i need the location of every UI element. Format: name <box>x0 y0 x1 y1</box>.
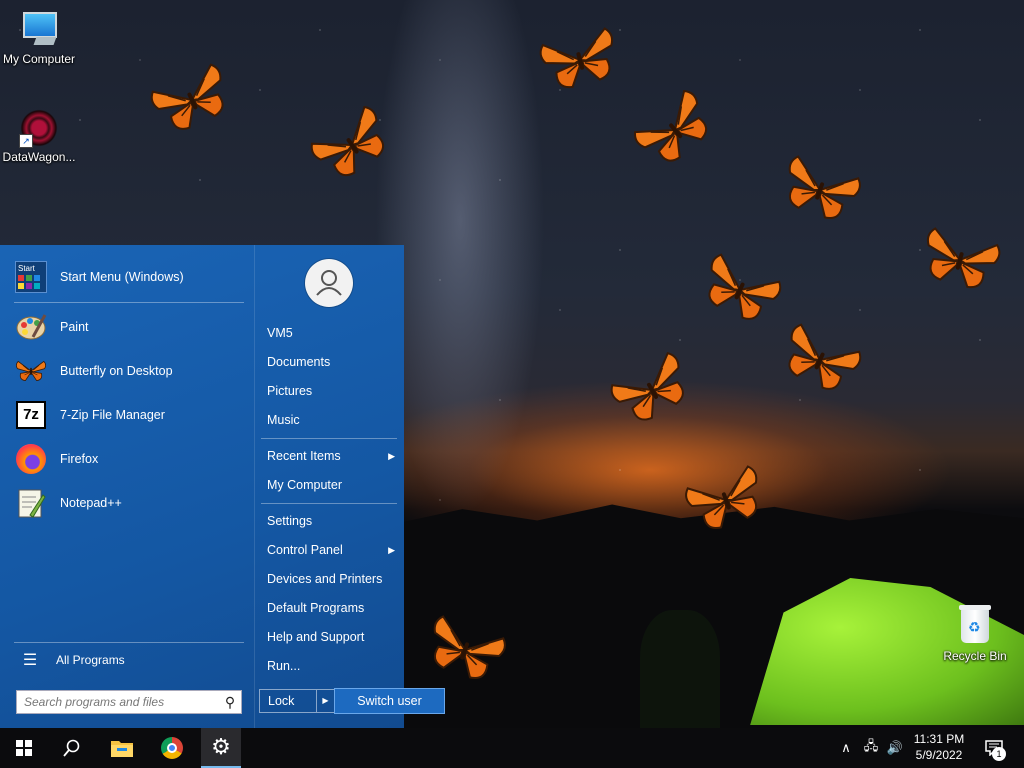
documents-link[interactable]: Documents <box>267 351 397 373</box>
desktop-icon-label: DataWagon... <box>2 150 76 164</box>
all-programs-button[interactable]: ☰ All Programs <box>14 647 244 673</box>
start-menu-app-label: Start Menu (Windows) <box>60 270 184 284</box>
start-menu-app-label: Paint <box>60 320 89 334</box>
search-icon[interactable]: ⚲ <box>219 694 241 711</box>
volume-tray-button[interactable]: 🔊 <box>884 728 906 768</box>
network-tray-button[interactable]: 🖧 <box>860 728 882 768</box>
start-menu-app-butterfly[interactable]: Butterfly on Desktop <box>14 351 244 391</box>
file-explorer-icon <box>111 741 133 757</box>
start-menu-app-start-menu-windows[interactable]: Start Start Menu (Windows) <box>14 257 244 297</box>
start-menu-divider <box>261 438 397 439</box>
computer-icon <box>19 10 59 50</box>
recent-items-link[interactable]: Recent Items ▶ <box>267 445 397 467</box>
firefox-icon <box>14 442 48 476</box>
start-menu-divider <box>14 302 244 303</box>
settings-link[interactable]: Settings <box>267 510 397 532</box>
start-menu-icon: Start <box>14 260 48 294</box>
chrome-icon <box>161 737 183 759</box>
notepadpp-icon <box>14 486 48 520</box>
all-programs-label: All Programs <box>56 653 125 667</box>
butterfly-icon <box>14 354 48 388</box>
search-programs-input[interactable]: Search programs and files ⚲ <box>16 690 242 714</box>
desktop-icon-datawagon[interactable]: ↗ DataWagon... <box>1 108 77 164</box>
windows-start-icon <box>16 740 32 756</box>
devices-printers-link[interactable]: Devices and Printers <box>267 568 397 590</box>
desktop-icon-my-computer[interactable]: My Computer <box>1 10 77 66</box>
start-menu-programs-pane: Start Start Menu (Windows) Paint Butterf… <box>0 245 254 728</box>
user-avatar[interactable] <box>305 259 353 307</box>
start-menu-app-paint[interactable]: Paint <box>14 307 244 347</box>
network-icon: 🖧 <box>863 738 879 753</box>
start-menu: Start Start Menu (Windows) Paint Butterf… <box>0 245 404 728</box>
start-menu-divider <box>261 503 397 504</box>
shortcut-arrow-icon: ↗ <box>19 134 33 148</box>
taskbar-chrome[interactable] <box>152 728 192 768</box>
default-programs-link[interactable]: Default Programs <box>267 597 397 619</box>
taskbar-file-explorer[interactable] <box>102 728 142 768</box>
clock-time: 11:31 PM <box>913 732 965 746</box>
taskbar-clock[interactable]: 11:31 PM 5/9/2022 <box>906 731 972 763</box>
chevron-right-icon: ▶ <box>388 451 395 461</box>
search-icon <box>63 739 80 757</box>
run-link[interactable]: Run... <box>267 655 397 677</box>
taskbar: ⚙ ∧ 🖧 🔊 11:31 PM 5/9/2022 <box>0 728 1024 768</box>
desktop-icon-label: My Computer <box>2 52 76 66</box>
clock-date: 5/9/2022 <box>915 748 963 762</box>
recycle-bin-icon: ♻ <box>955 603 995 647</box>
show-hidden-icons-button[interactable]: ∧ <box>836 728 856 768</box>
chevron-up-icon: ∧ <box>841 740 851 755</box>
wallpaper-trees <box>640 610 720 728</box>
start-menu-app-7zip[interactable]: 7z 7-Zip File Manager <box>14 395 244 435</box>
power-options-arrow[interactable]: ▶ <box>317 689 335 713</box>
switch-user-menu-item[interactable]: Switch user <box>334 688 445 714</box>
7zip-icon: 7z <box>14 398 48 432</box>
start-menu-app-label: Notepad++ <box>60 496 122 510</box>
search-placeholder: Search programs and files <box>24 695 165 709</box>
help-support-link[interactable]: Help and Support <box>267 626 397 648</box>
notification-count-badge: 1 <box>992 747 1006 761</box>
settings-icon: ⚙ <box>211 734 231 759</box>
music-link[interactable]: Music <box>267 409 397 431</box>
user-name-link[interactable]: VM5 <box>267 322 397 344</box>
volume-icon: 🔊 <box>886 740 904 755</box>
start-menu-app-label: 7-Zip File Manager <box>60 408 165 422</box>
taskbar-settings[interactable]: ⚙ <box>201 728 241 768</box>
pictures-link[interactable]: Pictures <box>267 380 397 402</box>
lock-button[interactable]: Lock <box>259 689 317 713</box>
paint-icon <box>14 310 48 344</box>
start-menu-app-label: Firefox <box>60 452 99 466</box>
recent-items-label: Recent Items <box>267 449 341 463</box>
start-menu-app-notepadpp[interactable]: Notepad++ <box>14 483 244 523</box>
start-menu-app-firefox[interactable]: Firefox <box>14 439 244 479</box>
taskbar-search-button[interactable] <box>52 728 92 768</box>
list-icon: ☰ <box>22 652 38 669</box>
control-panel-label: Control Panel <box>267 543 343 557</box>
control-panel-link[interactable]: Control Panel ▶ <box>267 539 397 561</box>
desktop-icon-recycle-bin[interactable]: ♻ Recycle Bin <box>937 603 1013 663</box>
start-menu-places-pane: VM5 Documents Pictures Music Recent Item… <box>254 245 405 728</box>
desktop-icon-label: Recycle Bin <box>943 649 1007 663</box>
chevron-right-icon: ▶ <box>388 545 395 555</box>
start-menu-app-label: Butterfly on Desktop <box>60 364 173 378</box>
my-computer-link[interactable]: My Computer <box>267 474 397 496</box>
windows-start-button[interactable] <box>4 728 44 768</box>
start-menu-divider <box>14 642 244 643</box>
datawagon-icon: ↗ <box>19 108 59 148</box>
